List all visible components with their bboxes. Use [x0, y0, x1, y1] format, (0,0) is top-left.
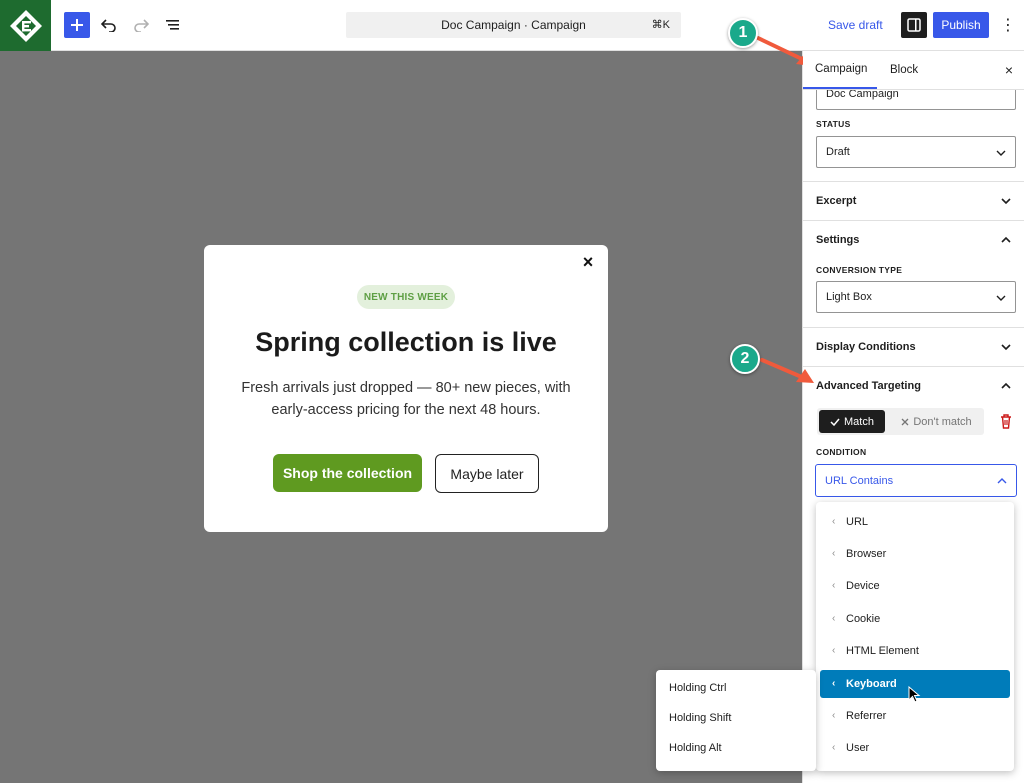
match-button[interactable]: Match — [819, 410, 885, 433]
condition-option-label: URL — [846, 516, 869, 528]
sidebar-tabs: Campaign Block × — [803, 51, 1024, 90]
document-title: Doc Campaign · Campaign — [441, 18, 586, 32]
condition-option-label: Keyboard — [846, 678, 897, 690]
condition-option-label: User — [846, 742, 870, 754]
undo-button[interactable] — [98, 14, 120, 36]
annotation-marker-2: 2 — [730, 344, 760, 374]
panel-excerpt-title: Excerpt — [816, 195, 857, 207]
chevron-down-icon — [1001, 198, 1011, 205]
chevron-up-icon — [1001, 236, 1011, 243]
condition-option-label: HTML Element — [846, 645, 919, 657]
plus-icon — [71, 19, 83, 31]
publish-button[interactable]: Publish — [933, 12, 989, 38]
chevron-left-icon: ‹ — [832, 710, 836, 721]
condition-option-label: Referrer — [846, 710, 887, 722]
annotation-marker-1: 1 — [728, 18, 758, 48]
command-shortcut: ⌘K — [651, 19, 670, 31]
shop-collection-button[interactable]: Shop the collection — [273, 454, 422, 492]
match-toggle-group: Match Don't match — [817, 408, 984, 435]
condition-option-label: Cookie — [846, 613, 881, 625]
conversion-type-label: CONVERSION TYPE — [816, 265, 903, 275]
settings-sidebar-toggle[interactable] — [901, 12, 927, 38]
panel-advanced-targeting-title: Advanced Targeting — [816, 380, 921, 392]
condition-label: CONDITION — [816, 447, 867, 457]
document-title-bar[interactable]: Doc Campaign · Campaign ⌘K — [346, 12, 681, 38]
save-draft-button[interactable]: Save draft — [828, 12, 883, 38]
modal-heading: Spring collection is live — [255, 327, 557, 357]
chevron-down-icon — [1001, 344, 1011, 351]
chevron-left-icon: ‹ — [832, 613, 836, 624]
sidebar-close-icon[interactable]: × — [1001, 62, 1017, 78]
condition-option-url[interactable]: ‹ URL — [820, 508, 1010, 536]
undo-icon — [101, 19, 116, 32]
panel-settings[interactable]: Settings — [803, 220, 1024, 259]
dont-match-button[interactable]: Don't match — [891, 410, 982, 433]
trash-icon[interactable] — [999, 413, 1013, 429]
status-label: STATUS — [816, 119, 851, 129]
conversion-type-select[interactable]: Light Box — [816, 281, 1016, 313]
list-view-icon — [166, 20, 179, 30]
keyboard-submenu: Holding Ctrl Holding Shift Holding Alt — [656, 670, 816, 771]
maybe-later-button[interactable]: Maybe later — [435, 454, 539, 493]
panel-settings-title: Settings — [816, 234, 860, 246]
check-icon — [830, 418, 840, 426]
document-overview-button[interactable] — [162, 14, 184, 36]
submenu-holding-alt[interactable]: Holding Alt — [656, 735, 816, 761]
redo-icon — [134, 19, 149, 32]
match-label: Match — [844, 415, 874, 428]
conversion-type-value: Light Box — [826, 291, 872, 303]
chevron-left-icon: ‹ — [832, 516, 836, 527]
condition-option-label: Device — [846, 580, 880, 592]
x-icon — [901, 418, 909, 425]
panel-display-conditions[interactable]: Display Conditions — [803, 327, 1024, 366]
tab-campaign[interactable]: Campaign — [803, 51, 877, 89]
condition-option-device[interactable]: ‹ Device — [820, 572, 1010, 600]
add-block-button[interactable] — [64, 12, 90, 38]
status-value: Draft — [826, 146, 850, 158]
chevron-down-icon — [996, 150, 1006, 156]
modal-close-icon[interactable]: × — [579, 252, 597, 272]
chevron-up-icon — [997, 478, 1007, 484]
chevron-left-icon: ‹ — [832, 742, 836, 753]
chevron-up-icon — [1001, 382, 1011, 389]
condition-select[interactable]: URL Contains — [815, 464, 1017, 497]
panel-excerpt[interactable]: Excerpt — [803, 181, 1024, 220]
condition-option-browser[interactable]: ‹ Browser — [820, 540, 1010, 568]
top-toolbar: Doc Campaign · Campaign ⌘K Save draft Pu… — [0, 0, 1024, 51]
panel-display-conditions-title: Display Conditions — [816, 341, 916, 353]
chevron-left-icon: ‹ — [832, 548, 836, 559]
chevron-left-icon: ‹ — [832, 580, 836, 591]
new-badge: NEW THIS WEEK — [357, 285, 455, 309]
submenu-holding-shift[interactable]: Holding Shift — [656, 705, 816, 731]
logo-icon — [9, 9, 42, 42]
condition-option-html-element[interactable]: ‹ HTML Element — [820, 637, 1010, 665]
tab-block[interactable]: Block — [890, 51, 918, 89]
mouse-cursor-icon — [908, 686, 921, 703]
sidebar-icon — [907, 18, 921, 32]
redo-button[interactable] — [130, 14, 152, 36]
condition-option-label: Browser — [846, 548, 887, 560]
condition-option-referrer[interactable]: ‹ Referrer — [820, 702, 1010, 730]
more-options-button[interactable]: ⋮ — [999, 13, 1017, 37]
panel-advanced-targeting[interactable]: Advanced Targeting — [803, 366, 1024, 405]
chevron-down-icon — [996, 295, 1006, 301]
annotation-arrow-icon — [760, 358, 814, 383]
submenu-holding-ctrl[interactable]: Holding Ctrl — [656, 675, 816, 701]
chevron-left-icon: ‹ — [832, 678, 836, 689]
condition-option-cookie[interactable]: ‹ Cookie — [820, 605, 1010, 633]
campaign-modal-preview: × NEW THIS WEEK Spring collection is liv… — [204, 245, 608, 532]
condition-option-user[interactable]: ‹ User — [820, 734, 1010, 762]
status-select[interactable]: Draft — [816, 136, 1016, 168]
dont-match-label: Don't match — [913, 415, 972, 428]
condition-value: URL Contains — [825, 474, 894, 487]
modal-body-text: Fresh arrivals just dropped — 80+ new pi… — [241, 380, 571, 418]
condition-dropdown: ‹ URL ‹ Browser ‹ Device ‹ Cookie ‹ HTML Elem… — [816, 502, 1014, 771]
chevron-left-icon: ‹ — [832, 645, 836, 656]
site-logo[interactable] — [0, 0, 51, 51]
